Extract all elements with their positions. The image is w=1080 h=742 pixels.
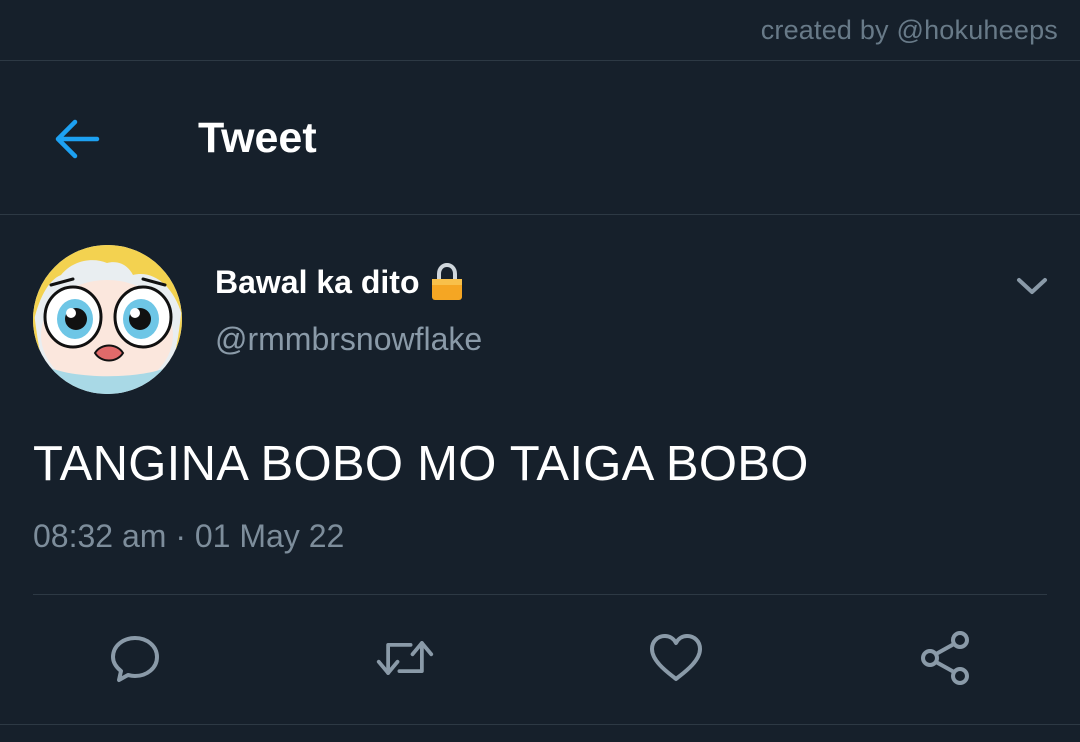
tweet-time: 08:32 am — [33, 518, 167, 554]
chevron-down-icon — [1017, 278, 1047, 294]
author-handle[interactable]: @rmmbrsnowflake — [215, 321, 482, 358]
author-name-row[interactable]: Bawal ka dito — [215, 262, 464, 302]
reply-button[interactable] — [105, 628, 165, 688]
header-divider — [0, 214, 1080, 215]
retweet-icon — [376, 641, 434, 675]
retweet-button[interactable] — [375, 628, 435, 688]
timestamp-separator: · — [175, 518, 186, 554]
tweet-text: TANGINA BOBO MO TAIGA BOBO — [33, 437, 809, 491]
tweet-detail-screen: created by @hokuheeps Tweet Bawal ka dit… — [0, 0, 1080, 742]
heart-icon — [650, 634, 702, 681]
avatar-image — [33, 245, 182, 394]
author-display-name: Bawal ka dito — [215, 263, 420, 300]
back-button[interactable] — [52, 115, 102, 163]
lock-icon — [431, 262, 462, 300]
watermark-text: created by @hokuheeps — [760, 15, 1058, 45]
more-options-button[interactable] — [1012, 268, 1052, 304]
tweet-date: 01 May 22 — [194, 518, 345, 554]
arrow-left-icon — [55, 119, 100, 159]
page-title: Tweet — [198, 114, 317, 162]
share-button[interactable] — [916, 628, 976, 688]
like-button[interactable] — [646, 628, 706, 688]
tweet-timestamp: 08:32 am · 01 May 22 — [33, 518, 344, 555]
share-icon — [921, 631, 969, 685]
reply-icon — [111, 636, 159, 682]
bottom-divider — [0, 724, 1080, 725]
actions-divider — [33, 594, 1047, 595]
watermark-divider — [0, 60, 1080, 61]
avatar[interactable] — [33, 245, 182, 394]
